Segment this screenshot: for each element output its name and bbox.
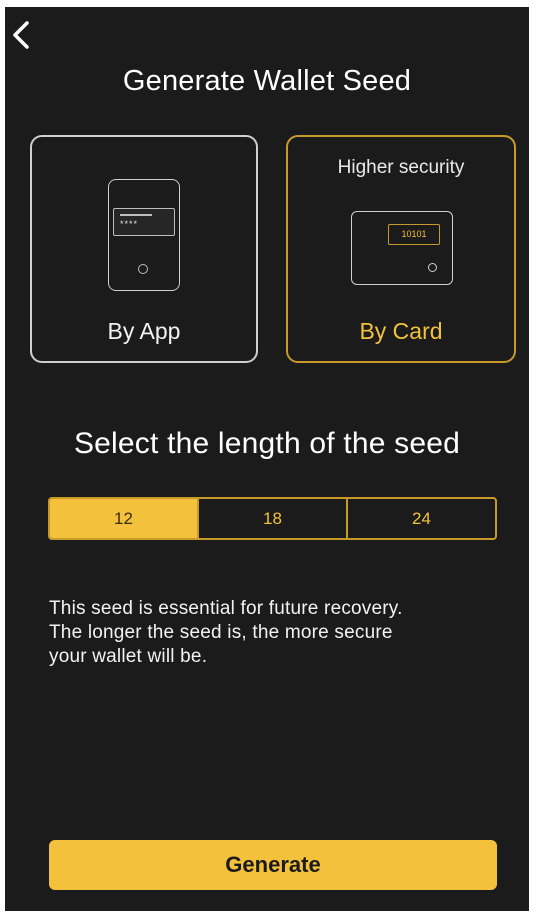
option-app-label: By App: [107, 318, 181, 344]
phone-screen: ****: [113, 208, 175, 236]
option-by-card[interactable]: Higher security 10101 By Card: [286, 135, 516, 363]
phone-screen-line: [120, 214, 152, 216]
phone-screen-dots: ****: [120, 219, 139, 229]
generate-button[interactable]: Generate: [49, 840, 497, 890]
back-button[interactable]: [9, 13, 45, 57]
seed-length-selector: 12 18 24: [48, 497, 497, 540]
seed-option-24[interactable]: 24: [346, 499, 495, 538]
page-title: Generate Wallet Seed: [122, 65, 412, 97]
seed-option-12[interactable]: 12: [50, 499, 197, 538]
description-line-1: This seed is essential for future recove…: [49, 598, 403, 619]
seed-option-18[interactable]: 18: [197, 499, 346, 538]
option-by-app[interactable]: **** By App: [30, 135, 258, 363]
screen: Generate Wallet Seed **** By App Higher …: [5, 7, 529, 911]
chevron-left-icon: [13, 21, 29, 49]
card-chip: 10101: [388, 224, 440, 245]
option-card-label: By Card: [359, 318, 443, 344]
phone-home-button: [138, 264, 148, 274]
description-line-2: The longer the seed is, the more secure: [49, 622, 393, 643]
seed-length-title: Select the length of the seed: [73, 427, 461, 460]
description-text: This seed is essential for future recove…: [49, 597, 499, 669]
card-button: [428, 263, 437, 272]
description-line-3: your wallet will be.: [49, 646, 208, 667]
card-device-icon: 10101: [351, 211, 453, 285]
option-card-caption: Higher security: [337, 157, 465, 178]
phone-app-icon: ****: [108, 179, 180, 291]
